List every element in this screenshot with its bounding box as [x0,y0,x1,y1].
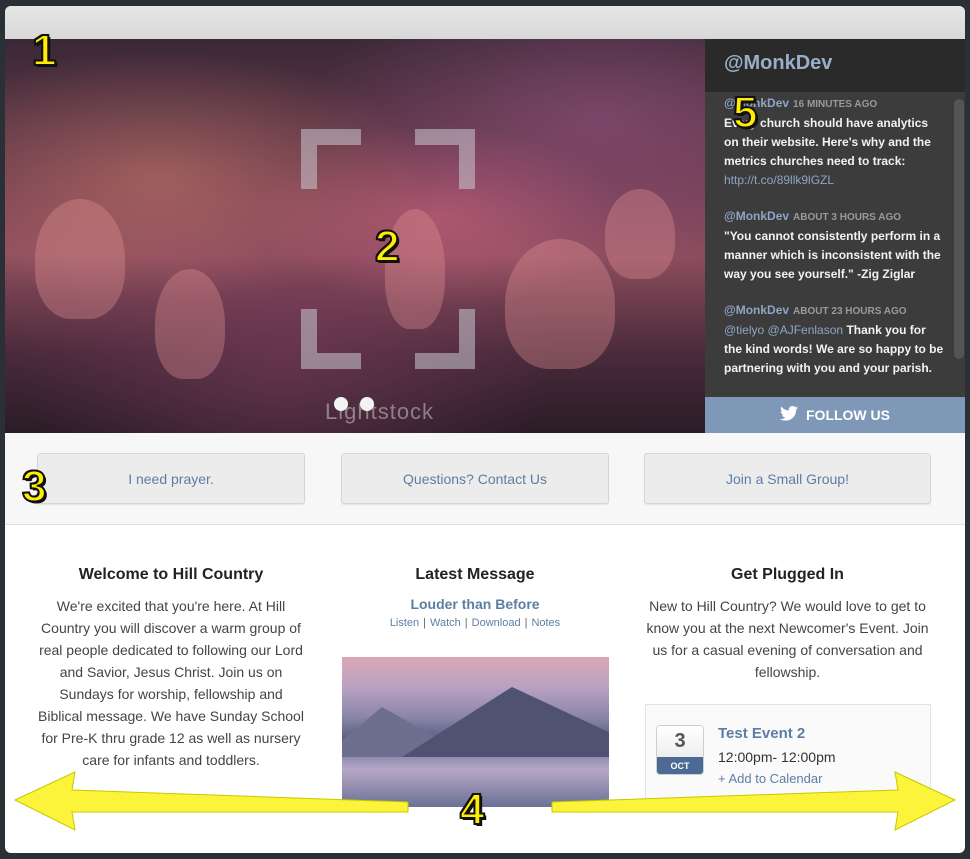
tweet-user[interactable]: @MonkDev [724,209,789,223]
hero-slider[interactable]: Lightstock [5,39,705,433]
event-card: 3 OCT Test Event 2 12:00pm- 12:00pm + Ad… [645,704,931,804]
sermon-links: Listen | Watch | Download | Notes [389,617,561,629]
slider-dot[interactable] [334,397,348,411]
plugged-in-title: Get Plugged In [731,566,844,583]
annotation-number: 4 [459,784,486,835]
event-date-badge: 3 OCT [656,725,704,775]
twitter-handle[interactable]: @MonkDev [705,39,965,92]
slider-dot[interactable] [360,397,374,411]
tweet-link[interactable]: http://t.co/89llk9lGZL [724,173,834,187]
tweet-mentions[interactable]: @tielyo @AJFenlason [724,323,843,337]
sermon-title[interactable]: Louder than Before [341,596,609,612]
plugged-in-text: New to Hill Country? We would love to ge… [646,598,929,680]
download-link[interactable]: Download [472,617,521,629]
tweet-time: 16 MINUTES AGO [793,99,878,110]
notes-link[interactable]: Notes [531,617,560,629]
tweet: @MonkDev ABOUT 3 HOURS AGO "You cannot co… [724,207,945,284]
event-title[interactable]: Test Event 2 [718,725,805,742]
latest-message-title: Latest Message [415,566,535,583]
tweet-time: ABOUT 3 HOURS AGO [793,212,902,223]
crowd-shape [35,199,125,319]
tweet: @MonkDev ABOUT 23 HOURS AGO @tielyo @AJFe… [724,301,945,378]
follow-us-label: FOLLOW US [806,407,890,423]
twitter-bird-icon [780,406,798,424]
annotation-number: 3 [21,461,48,512]
tweet-user[interactable]: @MonkDev [724,303,789,317]
listen-link[interactable]: Listen [390,617,419,629]
crowd-shape [155,269,225,379]
event-month: OCT [657,757,703,774]
prayer-button[interactable]: I need prayer. [37,453,305,504]
browser-frame: Lightstock @MonkDev @MonkDev 16 MINUTES A… [5,6,965,853]
add-to-calendar-link[interactable]: + Add to Calendar [718,771,822,786]
slider-dots [334,397,374,411]
crowd-shape [605,189,675,279]
follow-us-button[interactable]: FOLLOW US [705,397,965,433]
annotation-number: 2 [374,221,401,272]
welcome-text: We're excited that you're here. At Hill … [38,598,304,768]
tweet-time: ABOUT 23 HOURS AGO [793,306,907,317]
small-group-button[interactable]: Join a Small Group! [644,453,931,504]
watch-link[interactable]: Watch [430,617,461,629]
action-bar: I need prayer. Questions? Contact Us Joi… [5,433,965,525]
tweet-scrollbar[interactable] [953,99,965,359]
annotation-number: 5 [732,87,759,138]
crowd-shape [505,239,615,369]
event-time: 12:00pm- 12:00pm [718,749,836,765]
tweet-text: "You cannot consistently perform in a ma… [724,229,941,281]
welcome-title: Welcome to Hill Country [78,566,264,583]
top-bar [5,6,965,39]
event-day: 3 [657,726,703,757]
annotation-number: 1 [31,25,58,76]
contact-button[interactable]: Questions? Contact Us [341,453,609,504]
